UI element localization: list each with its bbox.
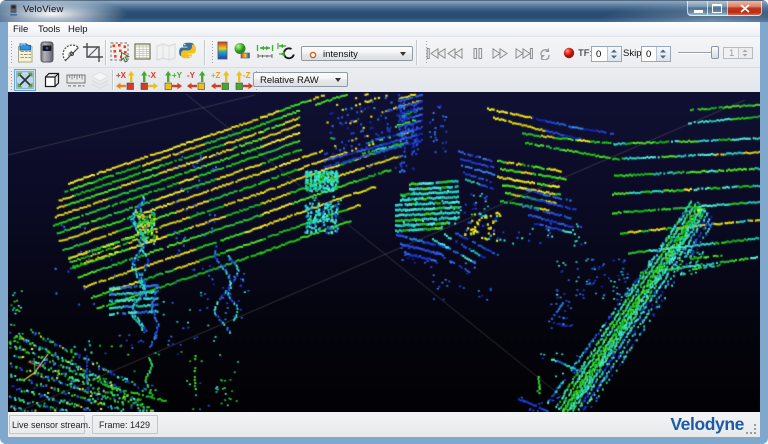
svg-text:-Y: -Y [187, 71, 196, 80]
svg-text:-Z: -Z [243, 71, 251, 80]
svg-text:+X: +X [116, 71, 127, 80]
svg-text:-X: -X [148, 71, 157, 80]
svg-text:+Z: +Z [211, 71, 221, 80]
svg-text:+Y: +Y [172, 71, 183, 80]
